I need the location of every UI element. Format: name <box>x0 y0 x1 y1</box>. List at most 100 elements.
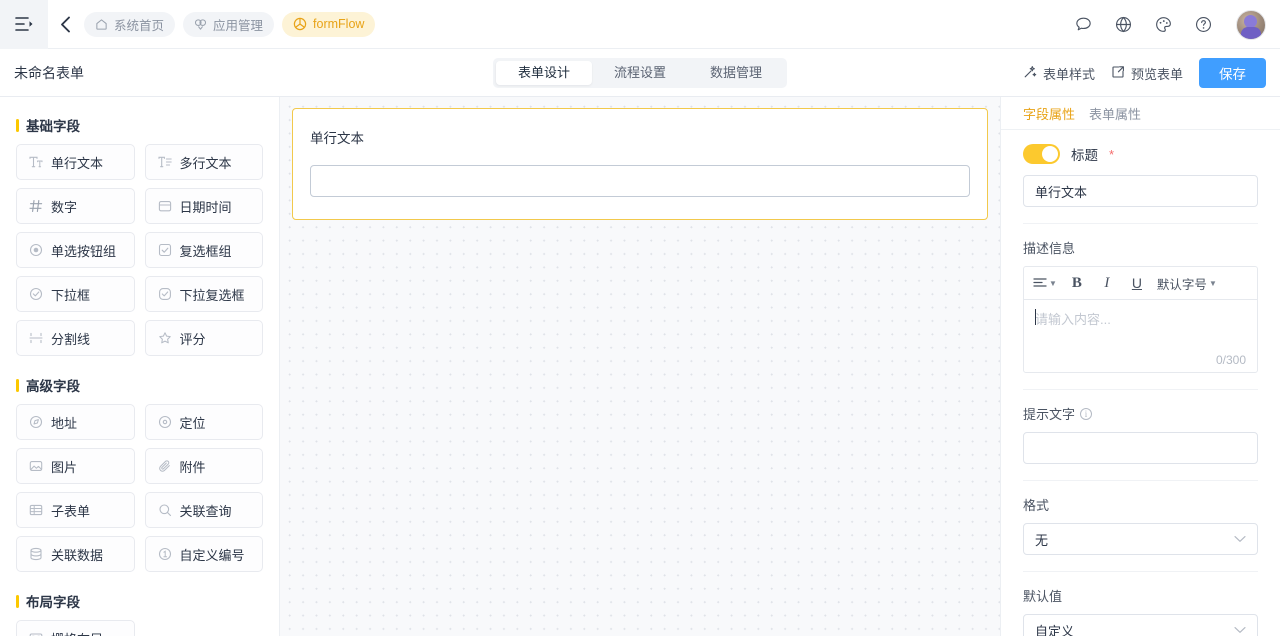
form-name-selector[interactable]: 未命名表单 <box>14 63 102 83</box>
multi-select-icon <box>158 287 172 301</box>
font-size-label: 默认字号 <box>1156 277 1207 292</box>
form-name-label: 未命名表单 <box>14 64 84 81</box>
palette-field-relation-query[interactable]: 关联查询 <box>144 492 263 528</box>
default-value-select[interactable]: 自定义 <box>1023 614 1258 636</box>
palette-field-custom-serial[interactable]: 自定义编号 <box>144 536 263 572</box>
sidebar-collapse-icon[interactable] <box>0 0 48 49</box>
main-tabs: 表单设计 流程设置 数据管理 <box>492 57 788 88</box>
radio-group-icon <box>29 243 43 257</box>
palette-field-number[interactable]: 数字 <box>16 188 135 224</box>
image-icon <box>29 459 43 473</box>
palette-field-multi-select[interactable]: 下拉复选框 <box>144 276 263 312</box>
default-label: 默认值 <box>1023 589 1063 604</box>
palette-field-attachment[interactable]: 附件 <box>144 448 263 484</box>
character-counter: 0/300 <box>1215 353 1246 367</box>
text-caret <box>1035 309 1036 325</box>
palette-field-label: 地址 <box>51 415 78 431</box>
tab-field-properties[interactable]: 字段属性 <box>1023 104 1075 123</box>
apps-icon <box>194 18 207 31</box>
preview-form-button[interactable]: 预览表单 <box>1111 64 1183 83</box>
message-icon[interactable] <box>1072 14 1094 36</box>
chevron-down-icon <box>91 65 102 81</box>
textarea-icon <box>157 155 172 169</box>
palette-field-divider[interactable]: 分割线 <box>16 320 135 356</box>
italic-button[interactable]: I <box>1092 270 1122 296</box>
form-canvas[interactable]: 单行文本 <box>280 97 1000 636</box>
palette-field-location[interactable]: 定位 <box>144 404 263 440</box>
bold-button[interactable]: B <box>1062 270 1092 296</box>
search-relation-icon <box>158 503 172 517</box>
subform-icon <box>29 503 43 517</box>
tab-flow-settings[interactable]: 流程设置 <box>592 61 688 85</box>
palette-field-label: 单选按钮组 <box>51 243 117 259</box>
tab-data-management[interactable]: 数据管理 <box>688 61 784 85</box>
palette-field-label: 分割线 <box>51 331 91 347</box>
user-avatar[interactable] <box>1236 9 1266 40</box>
palette-icon[interactable] <box>1152 14 1174 36</box>
palette-field-single-line-text[interactable]: 单行文本 <box>16 144 135 180</box>
palette-field-image[interactable]: 图片 <box>16 448 135 484</box>
back-button[interactable] <box>48 0 82 49</box>
required-marker: * <box>1109 146 1115 162</box>
font-size-selector[interactable]: 默认字号 ▼ <box>1152 270 1222 296</box>
hint-label-row: 提示文字 i <box>1023 404 1258 423</box>
checkbox-group-icon <box>158 243 172 257</box>
style-wand-icon <box>1023 65 1037 82</box>
palette-field-rate[interactable]: 评分 <box>144 320 263 356</box>
location-icon <box>158 415 172 429</box>
title-visibility-toggle[interactable] <box>1023 144 1060 164</box>
grid-layout-icon <box>29 631 43 636</box>
palette-field-label: 单行文本 <box>51 155 104 171</box>
breadcrumb-item-home[interactable]: 系统首页 <box>84 11 176 37</box>
help-icon[interactable] <box>1192 14 1214 36</box>
globe-icon[interactable] <box>1112 14 1134 36</box>
breadcrumb-item-label: formFlow <box>313 17 365 31</box>
breadcrumb-item-apps[interactable]: 应用管理 <box>183 11 275 37</box>
palette-field-label: 评分 <box>179 331 206 347</box>
breadcrumb-item-label: 应用管理 <box>213 18 264 33</box>
form-style-button[interactable]: 表单样式 <box>1023 64 1095 83</box>
palette-group-title-layout: 布局字段 <box>16 591 263 611</box>
align-caret-icon: ▼ <box>1049 278 1057 288</box>
sub-bar-actions: 表单样式 预览表单 保存 <box>1023 49 1266 97</box>
align-left-icon[interactable]: ▼ <box>1028 270 1062 296</box>
palette-field-label: 图片 <box>51 459 78 475</box>
save-button[interactable]: 保存 <box>1199 58 1266 88</box>
properties-body: 标题 * 描述信息 ▼ <box>1001 130 1280 636</box>
palette-field-checkbox-group[interactable]: 复选框组 <box>144 232 263 268</box>
palette-field-relation-data[interactable]: 关联数据 <box>16 536 135 572</box>
properties-tabs: 字段属性 表单属性 <box>1001 97 1280 130</box>
palette-field-subform[interactable]: 子表单 <box>16 492 135 528</box>
tab-form-design[interactable]: 表单设计 <box>495 60 592 85</box>
tab-form-properties[interactable]: 表单属性 <box>1089 104 1141 123</box>
underline-button[interactable]: U <box>1122 270 1152 296</box>
description-editor-area[interactable]: 请输入内容... 0/300 <box>1024 300 1257 372</box>
breadcrumb-item-formflow[interactable]: formFlow <box>282 11 376 37</box>
preview-form-label: 预览表单 <box>1130 66 1183 82</box>
palette-field-radio-group[interactable]: 单选按钮组 <box>16 232 135 268</box>
hint-input[interactable] <box>1023 432 1258 464</box>
select-icon <box>29 287 43 301</box>
form-widget-single-line-text[interactable]: 单行文本 <box>292 108 988 220</box>
palette-field-label: 复选框组 <box>179 243 232 259</box>
property-section-default: 默认值 自定义 <box>1023 572 1258 636</box>
format-select[interactable]: 无 <box>1023 523 1258 555</box>
palette-group-basic: 单行文本 多行文本 数字 日期时间 单选按钮组 复选框组 下拉框 下拉复选框 分… <box>16 144 263 356</box>
info-circle-icon[interactable]: i <box>1080 407 1093 420</box>
palette-field-label: 下拉框 <box>51 287 91 303</box>
properties-panel: 字段属性 表单属性 标题 * 描述信息 <box>1000 97 1280 636</box>
widget-label: 单行文本 <box>310 131 364 146</box>
chevron-down-icon <box>1234 535 1246 543</box>
palette-field-label: 关联数据 <box>51 547 104 563</box>
palette-field-datetime[interactable]: 日期时间 <box>144 188 263 224</box>
flow-icon <box>293 17 307 31</box>
title-input[interactable] <box>1023 175 1258 207</box>
palette-field-multi-line-text[interactable]: 多行文本 <box>144 144 263 180</box>
palette-field-select[interactable]: 下拉框 <box>16 276 135 312</box>
palette-field-address[interactable]: 地址 <box>16 404 135 440</box>
widget-text-input[interactable] <box>310 165 970 197</box>
attachment-icon <box>158 459 172 473</box>
divider-icon <box>29 331 43 345</box>
property-section-hint: 提示文字 i <box>1023 390 1258 481</box>
palette-field-grid-layout[interactable]: 栅格布局 <box>16 620 135 636</box>
